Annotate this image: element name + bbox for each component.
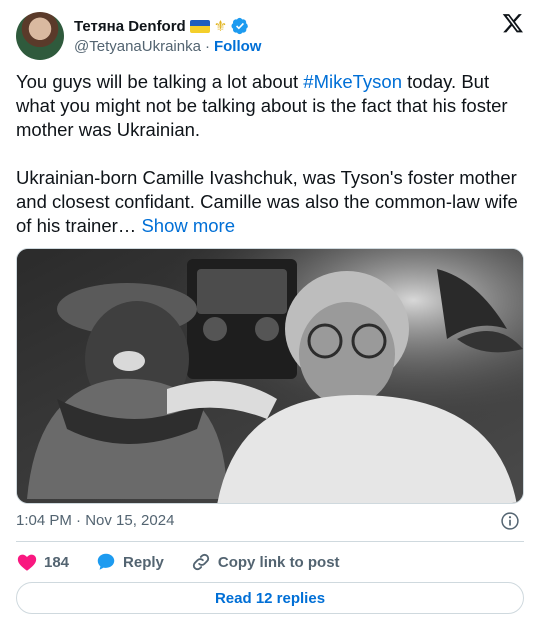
follow-button[interactable]: Follow	[214, 38, 262, 55]
author-name-row: Тетяна Denford ⚜	[74, 16, 249, 36]
tweet-text: You guys will be talking a lot about #Mi…	[16, 70, 526, 238]
tweet-paragraph-1: You guys will be talking a lot about #Mi…	[16, 70, 526, 142]
tweet-text-part: Ukrainian-born Camille Ivashchuk, was Ty…	[16, 167, 518, 236]
verified-badge-icon	[231, 17, 249, 35]
reply-label: Reply	[123, 553, 164, 571]
tweet-paragraph-2: Ukrainian-born Camille Ivashchuk, was Ty…	[16, 166, 526, 238]
like-count: 184	[44, 553, 70, 571]
copy-link-label: Copy link to post	[217, 553, 340, 571]
tweet-text-part: You guys will be talking a lot about	[16, 71, 304, 92]
separator-dot: ·	[204, 37, 210, 55]
fleur-de-lis-icon: ⚜	[213, 17, 228, 35]
tweet-timestamp[interactable]: 1:04 PM · Nov 15, 2024	[16, 511, 174, 531]
info-icon[interactable]	[500, 511, 520, 531]
hashtag-link[interactable]: #MikeTyson	[303, 71, 402, 92]
reply-bubble-icon	[97, 553, 115, 570]
author-handle-row: @TetyanaUkrainka · Follow	[74, 36, 261, 56]
tweet-actions: 184 Reply Copy link to post	[16, 550, 366, 574]
author-name[interactable]: Тетяна Denford	[74, 18, 186, 35]
link-icon	[192, 553, 210, 571]
author-avatar[interactable]	[16, 12, 64, 60]
copy-link-button[interactable]: Copy link to post	[190, 551, 340, 573]
heart-icon	[17, 554, 37, 571]
reply-button[interactable]: Reply	[95, 551, 164, 573]
like-button[interactable]: 184	[16, 551, 69, 573]
photo-image	[17, 249, 523, 503]
show-more-link[interactable]: Show more	[141, 215, 235, 236]
tweet-header: Тетяна Denford ⚜ @TetyanaUkrainka · Foll…	[16, 12, 524, 60]
tweet-embed-card: Тетяна Denford ⚜ @TetyanaUkrainka · Foll…	[0, 0, 540, 629]
ukraine-flag-icon	[189, 19, 210, 33]
divider	[16, 541, 524, 542]
tweet-photo[interactable]	[16, 248, 524, 504]
read-replies-button[interactable]: Read 12 replies	[16, 582, 524, 614]
x-logo-icon[interactable]	[502, 12, 524, 34]
author-handle[interactable]: @TetyanaUkrainka	[74, 38, 201, 55]
